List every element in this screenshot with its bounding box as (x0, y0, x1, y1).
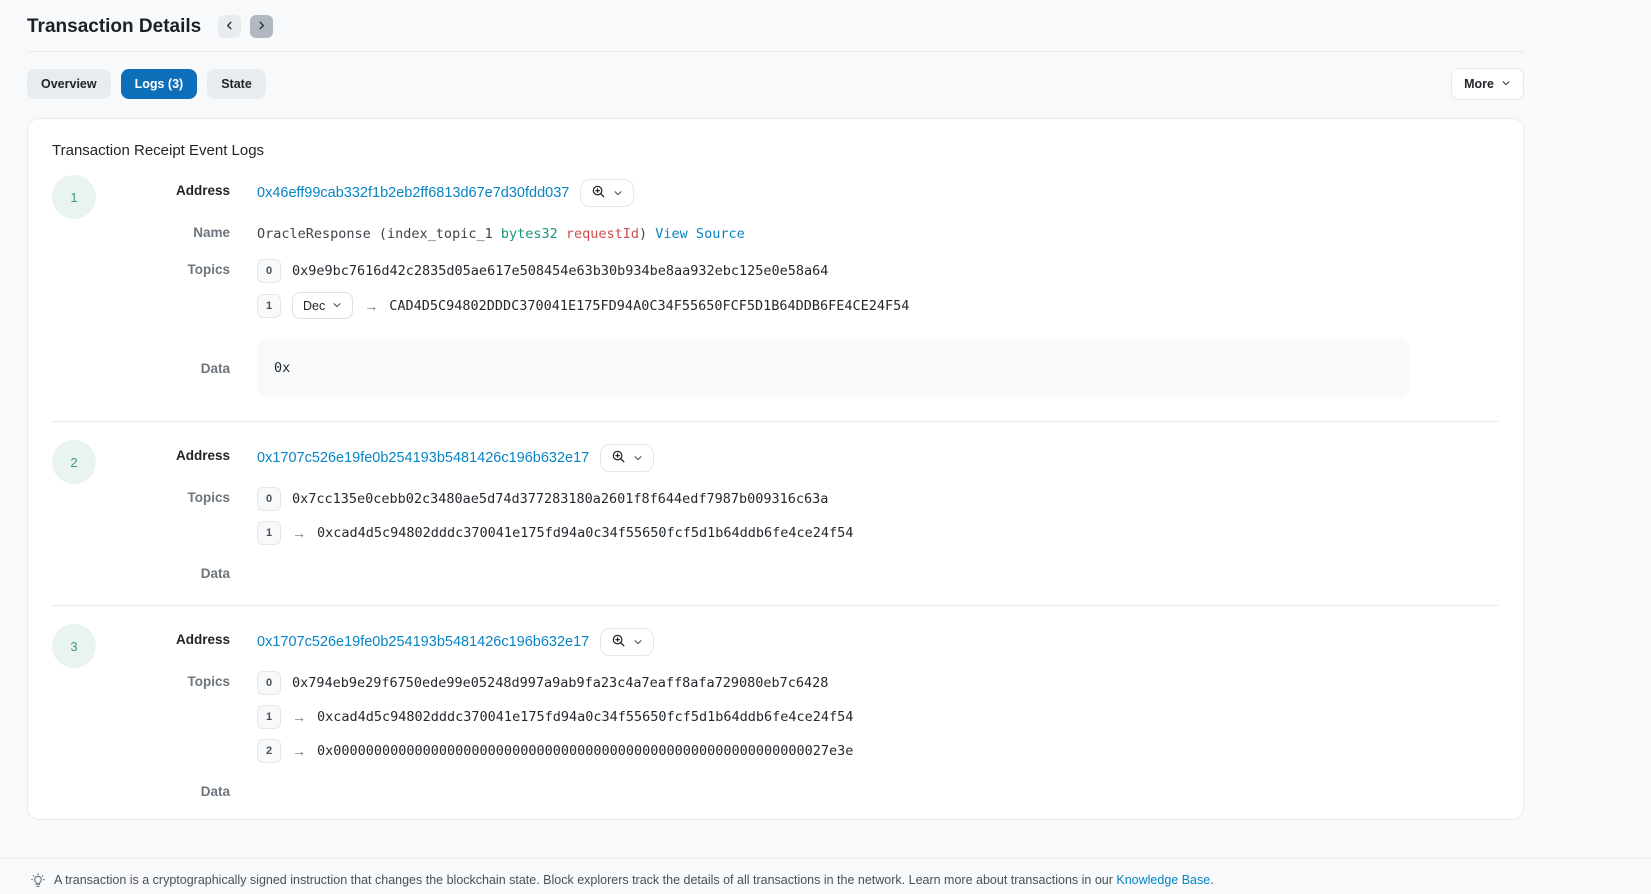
address-link[interactable]: 0x1707c526e19fe0b254193b5481426c196b632e… (257, 450, 589, 466)
log-entry: 1 Address 0x46eff99cab332f1b2eb2ff6813d67e… (52, 179, 1499, 422)
footer-text-before: A transaction is a cryptographically sig… (54, 873, 1116, 887)
address-label: Address (120, 179, 230, 198)
lightbulb-icon (30, 873, 46, 894)
arrow-right-icon: → (364, 299, 378, 313)
tab-state[interactable]: State (207, 69, 266, 99)
topics-label: Topics (120, 670, 230, 689)
footer-text-after: . (1210, 873, 1213, 887)
address-link[interactable]: 0x46eff99cab332f1b2eb2ff6813d67e7d30fdd0… (257, 185, 569, 201)
logs-list: 1 Address 0x46eff99cab332f1b2eb2ff6813d67e… (52, 179, 1499, 805)
toolbar: Overview Logs (3) State More (27, 52, 1524, 111)
chevron-down-icon (332, 299, 342, 313)
tab-bar: Overview Logs (3) State (27, 69, 266, 99)
page-header: Transaction Details (27, 0, 1524, 52)
topic-value: 0x00000000000000000000000000000000000000… (317, 743, 853, 759)
arrow-right-icon: → (292, 710, 306, 724)
topic-row: 1 → 0xcad4d5c94802dddc370041e175fd94a0c34f… (257, 520, 1499, 546)
chevron-down-icon (633, 635, 643, 650)
data-label: Data (120, 361, 230, 376)
transaction-details-page: Transaction Details Overview Logs (3) St… (0, 0, 1651, 894)
topic-index-badge: 0 (257, 487, 281, 511)
footer-text: A transaction is a cryptographically sig… (54, 872, 1214, 889)
log-data-box: 0x (257, 339, 1409, 397)
zoom-in-icon (611, 633, 626, 651)
tab-overview[interactable]: Overview (27, 69, 111, 99)
zoom-in-icon (591, 184, 606, 202)
name-label: Name (120, 221, 230, 240)
topic-index-badge: 1 (257, 521, 281, 545)
prev-transaction-button[interactable] (218, 15, 241, 38)
topic-row: 0 0x794eb9e29f6750ede99e05248d997a9ab9fa2… (257, 670, 1499, 696)
page-footer: A transaction is a cryptographically sig… (0, 858, 1651, 894)
log-number-badge: 3 (52, 624, 96, 668)
topics-label: Topics (120, 258, 230, 277)
topic-row: 0 0x7cc135e0cebb02c3480ae5d74d377283180a2… (257, 486, 1499, 512)
event-logs-card: Transaction Receipt Event Logs 1 Address 0… (27, 118, 1524, 820)
knowledge-base-link[interactable]: Knowledge Base (1116, 873, 1210, 887)
log-number-badge: 2 (52, 440, 96, 484)
chevron-down-icon (613, 186, 623, 201)
chevron-right-icon (256, 19, 267, 34)
topic-value: 0x7cc135e0cebb02c3480ae5d74d377283180a26… (292, 491, 828, 507)
topic-index-badge: 1 (257, 294, 281, 318)
event-name-part: requestId (558, 226, 639, 242)
page-title: Transaction Details (27, 16, 201, 38)
card-title: Transaction Receipt Event Logs (52, 142, 1499, 159)
event-name: OracleResponse (index_topic_1 bytes32 re… (257, 221, 1499, 244)
more-button-label: More (1464, 77, 1494, 91)
topic-decode-value: Dec (303, 299, 325, 313)
topic-value: CAD4D5C94802DDDC370041E175FD94A0C34F5565… (389, 298, 909, 314)
view-source-link[interactable]: View Source (655, 226, 744, 242)
topic-value: 0xcad4d5c94802dddc370041e175fd94a0c34f55… (317, 709, 853, 725)
data-label: Data (120, 566, 230, 581)
log-data-value: 0x (274, 360, 290, 376)
event-name-part: OracleResponse (index_topic_1 (257, 226, 501, 242)
topic-value: 0x9e9bc7616d42c2835d05ae617e508454e63b30… (292, 263, 828, 279)
next-transaction-button[interactable] (250, 15, 273, 38)
data-label: Data (120, 784, 230, 799)
topic-value: 0x794eb9e29f6750ede99e05248d997a9ab9fa23… (292, 675, 828, 691)
more-button[interactable]: More (1451, 68, 1524, 100)
arrow-right-icon: → (292, 526, 306, 540)
log-entry: 3 Address 0x1707c526e19fe0b254193b5481426c… (52, 606, 1499, 805)
topic-row: 0 0x9e9bc7616d42c2835d05ae617e508454e63b3… (257, 258, 1499, 284)
event-name-part: bytes32 (501, 226, 558, 242)
address-inspect-button[interactable] (580, 179, 634, 207)
log-entry: 2 Address 0x1707c526e19fe0b254193b5481426c… (52, 422, 1499, 606)
topics-label: Topics (120, 486, 230, 505)
log-number-badge: 1 (52, 175, 96, 219)
chevron-left-icon (224, 19, 235, 34)
chevron-down-icon (1501, 77, 1511, 91)
zoom-in-icon (611, 449, 626, 467)
topic-row: 1 Dec → CAD4D5C94802DDDC370041E175FD94A0C34… (257, 292, 1499, 319)
topic-index-badge: 0 (257, 259, 281, 283)
topic-row: 2 → 0x000000000000000000000000000000000000… (257, 738, 1499, 764)
topic-index-badge: 2 (257, 739, 281, 763)
address-label: Address (120, 628, 230, 647)
address-label: Address (120, 444, 230, 463)
address-link[interactable]: 0x1707c526e19fe0b254193b5481426c196b632e… (257, 634, 589, 650)
chevron-down-icon (633, 451, 643, 466)
event-name-part: ) (639, 226, 655, 242)
arrow-right-icon: → (292, 744, 306, 758)
address-inspect-button[interactable] (600, 628, 654, 656)
topic-row: 1 → 0xcad4d5c94802dddc370041e175fd94a0c34f… (257, 704, 1499, 730)
topic-index-badge: 0 (257, 671, 281, 695)
topic-index-badge: 1 (257, 705, 281, 729)
topic-decode-select[interactable]: Dec (292, 292, 353, 319)
tab-logs[interactable]: Logs (3) (121, 69, 198, 99)
address-inspect-button[interactable] (600, 444, 654, 472)
topic-value: 0xcad4d5c94802dddc370041e175fd94a0c34f55… (317, 525, 853, 541)
